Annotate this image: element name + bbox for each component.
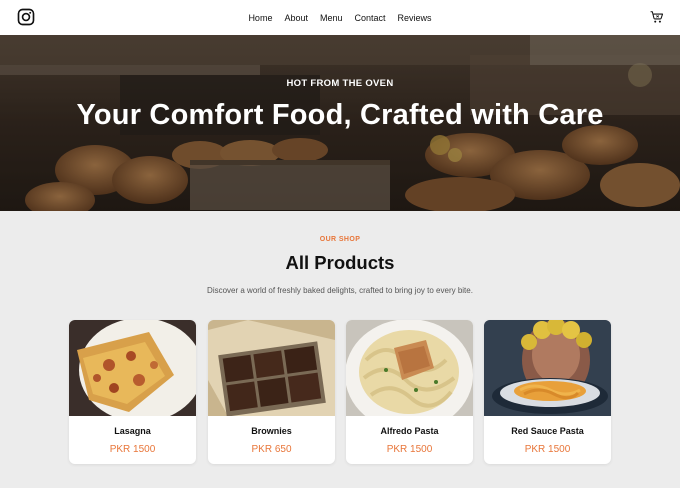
product-image-brownies[interactable] — [208, 320, 335, 416]
nav-reviews[interactable]: Reviews — [398, 13, 432, 23]
shop-subtitle: Discover a world of freshly baked deligh… — [207, 286, 473, 295]
main-nav: Home About Menu Contact Reviews — [0, 0, 680, 35]
product-name: Brownies — [251, 426, 292, 436]
product-price: PKR 1500 — [386, 444, 433, 455]
hero-kicker: HOT FROM THE OVEN — [286, 78, 394, 89]
nav-menu[interactable]: Menu — [320, 13, 343, 23]
product-name: Lasagna — [114, 426, 151, 436]
product-price: PKR 650 — [251, 444, 292, 455]
product-image-lasagna[interactable] — [69, 320, 196, 416]
product-card-lasagna[interactable]: Lasagna PKR 1500 — [69, 320, 196, 464]
site-header: Home About Menu Contact Reviews — [0, 0, 680, 35]
product-name: Red Sauce Pasta — [511, 426, 584, 436]
product-image-alfredo-pasta[interactable] — [346, 320, 473, 416]
product-image-red-sauce-pasta[interactable] — [484, 320, 611, 416]
nav-about[interactable]: About — [284, 13, 308, 23]
nav-contact[interactable]: Contact — [355, 13, 386, 23]
shop-title: All Products — [285, 252, 395, 273]
shopping-cart-icon[interactable] — [650, 10, 664, 24]
nav-home[interactable]: Home — [248, 13, 272, 23]
shop-kicker: OUR SHOP — [319, 236, 361, 243]
product-name: Alfredo Pasta — [380, 426, 439, 436]
product-price: PKR 1500 — [524, 444, 571, 455]
product-price: PKR 1500 — [109, 444, 156, 455]
product-card-brownies[interactable]: Brownies PKR 650 — [208, 320, 335, 464]
hero-title: Your Comfort Food, Crafted with Care — [76, 99, 604, 131]
product-card-alfredo-pasta[interactable]: Alfredo Pasta PKR 1500 — [346, 320, 473, 464]
product-card-red-sauce-pasta[interactable]: Red Sauce Pasta PKR 1500 — [484, 320, 611, 464]
hero-banner: HOT FROM THE OVEN Your Comfort Food, Cra… — [0, 35, 680, 211]
